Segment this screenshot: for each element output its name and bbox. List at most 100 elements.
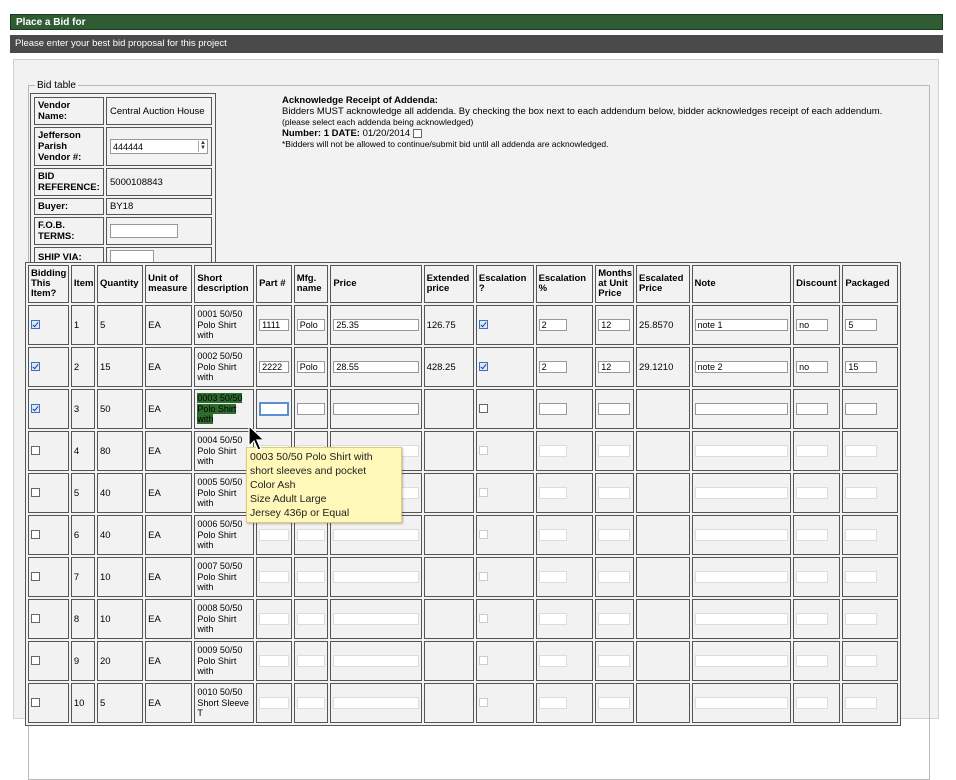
escalation-checkbox[interactable] bbox=[478, 572, 488, 582]
part-number-input[interactable]: 1111 bbox=[259, 319, 289, 331]
months-at-unit-price-input[interactable] bbox=[598, 529, 631, 541]
bid-item-checkbox[interactable] bbox=[31, 530, 40, 540]
bid-item-checkbox[interactable] bbox=[31, 446, 40, 456]
part-number-input[interactable] bbox=[259, 613, 289, 625]
mfg-name-input[interactable] bbox=[296, 403, 326, 415]
packaged-input[interactable]: 5 bbox=[845, 319, 878, 331]
discount-input[interactable]: no bbox=[796, 361, 829, 373]
bid-item-checkbox[interactable] bbox=[31, 614, 40, 624]
note-input[interactable] bbox=[694, 487, 789, 499]
part-number-input[interactable] bbox=[259, 571, 289, 583]
packaged-input[interactable] bbox=[845, 487, 878, 499]
packaged-input[interactable]: 15 bbox=[845, 361, 878, 373]
escalation-checkbox[interactable] bbox=[478, 446, 488, 456]
escalation-percent-input[interactable]: 2 bbox=[538, 361, 567, 373]
escalation-checkbox[interactable] bbox=[478, 362, 488, 372]
mfg-name-input[interactable]: Polo bbox=[296, 319, 326, 331]
note-input[interactable] bbox=[694, 403, 789, 415]
months-at-unit-price-input[interactable] bbox=[598, 571, 631, 583]
part-number-input[interactable]: 2222 bbox=[259, 361, 289, 373]
escalation-checkbox[interactable] bbox=[478, 530, 488, 540]
part-number-input[interactable] bbox=[259, 697, 289, 709]
mfg-name-input[interactable] bbox=[296, 571, 326, 583]
bid-item-checkbox[interactable] bbox=[31, 320, 40, 330]
escalation-percent-input[interactable] bbox=[538, 613, 567, 625]
escalation-checkbox[interactable] bbox=[478, 656, 488, 666]
part-number-input[interactable] bbox=[259, 529, 289, 541]
note-input[interactable] bbox=[694, 529, 789, 541]
note-input[interactable]: note 1 bbox=[694, 319, 789, 331]
note-input[interactable] bbox=[694, 571, 789, 583]
bid-item-checkbox[interactable] bbox=[31, 362, 40, 372]
escalation-percent-input[interactable] bbox=[538, 487, 567, 499]
months-at-unit-price-input[interactable] bbox=[598, 697, 631, 709]
discount-input[interactable] bbox=[796, 403, 829, 415]
note-input[interactable] bbox=[694, 613, 789, 625]
discount-input[interactable] bbox=[796, 571, 829, 583]
mfg-name-input[interactable] bbox=[296, 529, 326, 541]
note-input[interactable] bbox=[694, 445, 789, 457]
escalation-checkbox[interactable] bbox=[478, 614, 488, 624]
price-input[interactable] bbox=[333, 529, 419, 541]
discount-input[interactable] bbox=[796, 445, 829, 457]
months-at-unit-price-input[interactable] bbox=[598, 445, 631, 457]
price-input[interactable] bbox=[333, 571, 419, 583]
escalation-percent-input[interactable] bbox=[538, 571, 567, 583]
mfg-name-input[interactable] bbox=[296, 655, 326, 667]
addendum-1-checkbox[interactable] bbox=[412, 128, 422, 138]
escalation-percent-input[interactable] bbox=[538, 445, 567, 457]
bid-item-checkbox[interactable] bbox=[31, 488, 40, 498]
mfg-name-input[interactable] bbox=[296, 697, 326, 709]
escalation-percent-input[interactable] bbox=[538, 655, 567, 667]
note-input[interactable] bbox=[694, 655, 789, 667]
packaged-input[interactable] bbox=[845, 445, 878, 457]
bid-item-checkbox[interactable] bbox=[31, 698, 40, 708]
escalation-percent-input[interactable]: 2 bbox=[538, 319, 567, 331]
escalation-percent-input[interactable] bbox=[538, 403, 567, 415]
discount-input[interactable] bbox=[796, 613, 829, 625]
discount-input[interactable] bbox=[796, 697, 829, 709]
months-at-unit-price-input[interactable]: 12 bbox=[598, 361, 631, 373]
months-at-unit-price-input[interactable] bbox=[598, 655, 631, 667]
escalation-checkbox[interactable] bbox=[478, 698, 488, 708]
note-input[interactable] bbox=[694, 697, 789, 709]
months-at-unit-price-input[interactable] bbox=[598, 403, 631, 415]
bid-item-checkbox[interactable] bbox=[31, 656, 40, 666]
short-description-cell[interactable]: 0002 50/50 Polo Shirt with bbox=[194, 347, 255, 387]
price-input[interactable] bbox=[333, 613, 419, 625]
short-description-cell[interactable]: 0003 50/50 Polo Shirt with bbox=[194, 389, 255, 429]
escalation-checkbox[interactable] bbox=[478, 320, 488, 330]
fob-terms-input[interactable] bbox=[110, 224, 178, 238]
packaged-input[interactable] bbox=[845, 571, 878, 583]
price-input[interactable] bbox=[333, 697, 419, 709]
price-input[interactable] bbox=[333, 655, 419, 667]
short-description-cell[interactable]: 0001 50/50 Polo Shirt with bbox=[194, 305, 255, 345]
escalation-percent-input[interactable] bbox=[538, 529, 567, 541]
discount-input[interactable]: no bbox=[796, 319, 829, 331]
short-description-cell[interactable]: 0007 50/50 Polo Shirt with bbox=[194, 557, 255, 597]
packaged-input[interactable] bbox=[845, 655, 878, 667]
packaged-input[interactable] bbox=[845, 529, 878, 541]
packaged-input[interactable] bbox=[845, 403, 878, 415]
months-at-unit-price-input[interactable] bbox=[598, 613, 631, 625]
parish-vendor-stepper[interactable]: 444444 ▲ ▼ bbox=[110, 139, 208, 154]
discount-input[interactable] bbox=[796, 655, 829, 667]
months-at-unit-price-input[interactable]: 12 bbox=[598, 319, 631, 331]
escalation-percent-input[interactable] bbox=[538, 697, 567, 709]
bid-item-checkbox[interactable] bbox=[31, 572, 40, 582]
mfg-name-input[interactable] bbox=[296, 613, 326, 625]
escalation-checkbox[interactable] bbox=[478, 404, 488, 414]
discount-input[interactable] bbox=[796, 529, 829, 541]
price-input[interactable]: 28.55 bbox=[333, 361, 419, 373]
discount-input[interactable] bbox=[796, 487, 829, 499]
price-input[interactable]: 25.35 bbox=[333, 319, 419, 331]
part-number-input[interactable] bbox=[259, 402, 289, 416]
note-input[interactable]: note 2 bbox=[694, 361, 789, 373]
bid-item-checkbox[interactable] bbox=[31, 404, 40, 414]
packaged-input[interactable] bbox=[845, 697, 878, 709]
escalation-checkbox[interactable] bbox=[478, 488, 488, 498]
months-at-unit-price-input[interactable] bbox=[598, 487, 631, 499]
packaged-input[interactable] bbox=[845, 613, 878, 625]
part-number-input[interactable] bbox=[259, 655, 289, 667]
short-description-cell[interactable]: 0009 50/50 Polo Shirt with bbox=[194, 641, 255, 681]
